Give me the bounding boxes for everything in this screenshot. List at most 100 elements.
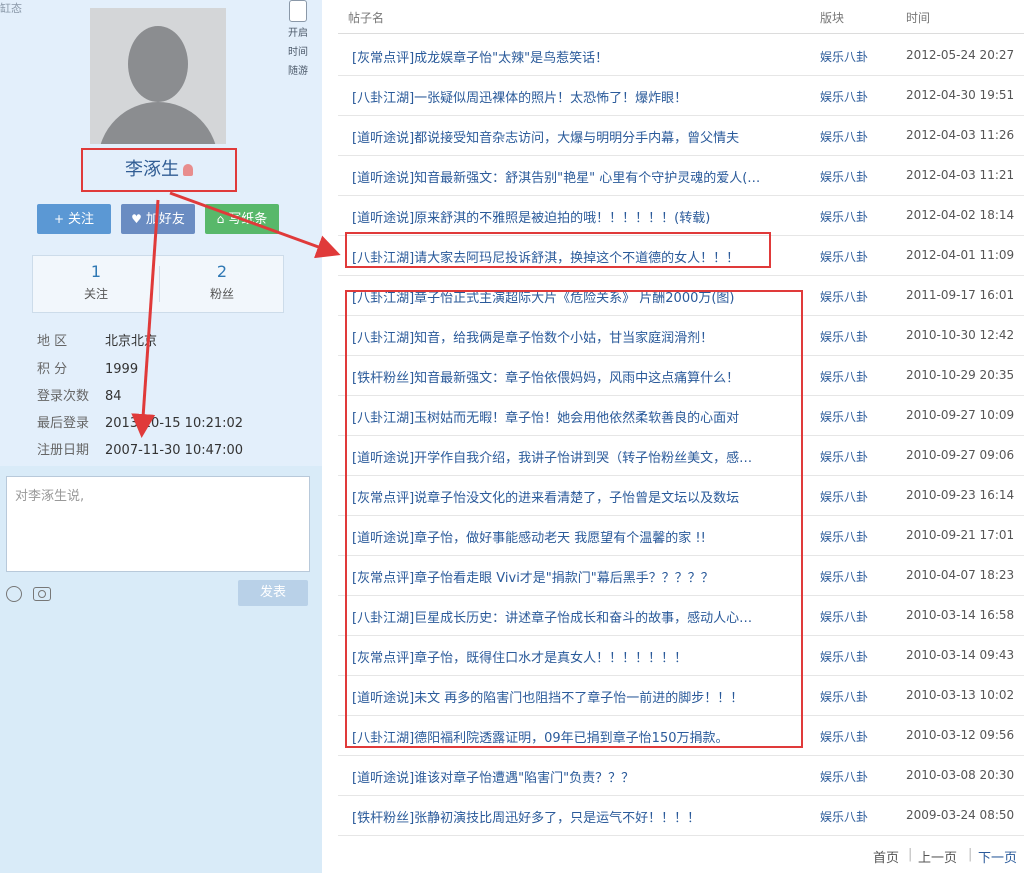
write-note-label: 写纸条: [228, 212, 268, 227]
profile-card: 缸态 开启 时间 随游 李涿生 + 关注 ♥ 加好友 ⌂ 写纸条 1 关注 2 …: [0, 0, 322, 466]
post-time: 2010-10-30 12:42: [906, 328, 1015, 342]
table-row[interactable]: [道听途说]谁该对章子怡遭遇"陷害门"负责？？？ 娱乐八卦 2010-03-08 2…: [338, 756, 1024, 796]
header-board: 版块: [820, 11, 845, 25]
post-board-link[interactable]: 娱乐八卦: [820, 528, 868, 545]
pager-divider: |: [968, 847, 973, 862]
highlight-box-group: [345, 290, 803, 748]
camera-icon[interactable]: [33, 587, 51, 601]
side-tool-label: 随游: [288, 66, 308, 77]
post-board-link[interactable]: 娱乐八卦: [820, 728, 868, 745]
table-row[interactable]: [灰常点评]成龙娱章子怡"太辣"是鸟惹笑话！ 娱乐八卦 2012-05-24 20:…: [338, 36, 1024, 76]
add-friend-button[interactable]: ♥ 加好友: [121, 204, 195, 234]
table-row[interactable]: [道听途说]都说接受知音杂志访问，大爆与明明分手内幕，曾父情夫 娱乐八卦 2012-…: [338, 116, 1024, 156]
post-time: 2010-03-12 09:56: [906, 728, 1015, 742]
info-register-date: 注册日期 2007-11-30 10:47:00: [37, 439, 307, 458]
info-login-count: 登录次数 84: [37, 385, 307, 404]
username[interactable]: 李涿生: [125, 159, 179, 180]
stats-panel: 1 关注 2 粉丝: [32, 255, 284, 313]
post-board-link[interactable]: 娱乐八卦: [820, 168, 868, 185]
post-board-link[interactable]: 娱乐八卦: [820, 88, 868, 105]
post-time: 2012-04-01 11:09: [906, 248, 1015, 262]
avatar-body-shape: [98, 102, 218, 144]
post-board-link[interactable]: 娱乐八卦: [820, 608, 868, 625]
avatar[interactable]: [90, 8, 226, 144]
emoji-icon[interactable]: [6, 586, 22, 602]
post-board-link[interactable]: 娱乐八卦: [820, 688, 868, 705]
comment-input[interactable]: 对李涿生说,: [6, 476, 310, 572]
post-title-link[interactable]: [道听途说]都说接受知音杂志访问，大爆与明明分手内幕，曾父情夫: [352, 127, 804, 146]
post-board-link[interactable]: 娱乐八卦: [820, 768, 868, 785]
post-board-link[interactable]: 娱乐八卦: [820, 488, 868, 505]
post-board-link[interactable]: 娱乐八卦: [820, 48, 868, 65]
post-board-link[interactable]: 娱乐八卦: [820, 248, 868, 265]
side-tool[interactable]: 开启 时间 随游: [282, 0, 314, 81]
info-key: 积 分: [37, 362, 68, 377]
side-tool-label: 时间: [288, 47, 308, 58]
post-board-link[interactable]: 娱乐八卦: [820, 208, 868, 225]
avatar-head-shape: [128, 26, 188, 102]
post-title-link[interactable]: [道听途说]谁该对章子怡遭遇"陷害门"负责？？？: [352, 767, 804, 786]
post-time: 2012-04-03 11:21: [906, 168, 1015, 182]
post-time: 2010-03-08 20:30: [906, 768, 1015, 782]
post-board-link[interactable]: 娱乐八卦: [820, 288, 868, 305]
post-time: 2012-04-03 11:26: [906, 128, 1015, 142]
follow-label: 关注: [68, 212, 95, 227]
fans-label: 粉丝: [209, 287, 234, 301]
info-value: 2007-11-30 10:47:00: [105, 443, 244, 458]
document-icon: [289, 0, 307, 22]
pager-divider: |: [908, 847, 913, 862]
post-time: 2009-03-24 08:50: [906, 808, 1015, 822]
post-board-link[interactable]: 娱乐八卦: [820, 568, 868, 585]
following-count: 1: [90, 262, 102, 281]
info-key: 注册日期: [37, 443, 90, 458]
fans-stat[interactable]: 2 粉丝: [159, 262, 285, 302]
user-sidebar: 缸态 开启 时间 随游 李涿生 + 关注 ♥ 加好友 ⌂ 写纸条 1 关注 2 …: [0, 0, 322, 873]
post-board-link[interactable]: 娱乐八卦: [820, 408, 868, 425]
post-time: 2012-05-24 20:27: [906, 48, 1015, 62]
header-time: 时间: [906, 11, 931, 25]
table-row[interactable]: [道听途说]知音最新强文：舒淇告别"艳星" 心里有个守护灵魂的爱人(… 娱乐八卦 2…: [338, 156, 1024, 196]
info-value: 2013-10-15 10:21:02: [105, 416, 244, 431]
write-note-button[interactable]: ⌂ 写纸条: [205, 204, 279, 234]
submit-button[interactable]: 发表: [238, 580, 308, 606]
side-tool-label: 开启: [288, 28, 308, 39]
post-title-link[interactable]: [铁杆粉丝]张静初演技比周迅好多了，只是运气不好！！！！: [352, 807, 804, 826]
info-value: 84: [105, 389, 122, 404]
add-friend-label: 加好友: [145, 212, 185, 227]
following-label: 关注: [83, 287, 108, 301]
post-board-link[interactable]: 娱乐八卦: [820, 328, 868, 345]
post-time: 2010-09-23 16:14: [906, 488, 1015, 502]
post-board-link[interactable]: 娱乐八卦: [820, 648, 868, 665]
info-points: 积 分 1999: [37, 358, 307, 377]
fans-count: 2: [216, 262, 228, 281]
follow-button[interactable]: + 关注: [37, 204, 111, 234]
post-time: 2010-09-27 10:09: [906, 408, 1015, 422]
post-title-link[interactable]: [八卦江湖]一张疑似周迅裸体的照片！太恐怖了！爆炸眼！: [352, 87, 804, 106]
home-icon: ⌂: [216, 212, 225, 226]
post-title-link[interactable]: [道听途说]知音最新强文：舒淇告别"艳星" 心里有个守护灵魂的爱人(…: [352, 167, 804, 186]
info-key: 登录次数: [37, 389, 90, 404]
post-time: 2010-03-13 10:02: [906, 688, 1015, 702]
pager-first[interactable]: 首页: [873, 847, 899, 866]
post-board-link[interactable]: 娱乐八卦: [820, 128, 868, 145]
post-board-link[interactable]: 娱乐八卦: [820, 368, 868, 385]
post-time: 2010-03-14 16:58: [906, 608, 1015, 622]
table-row[interactable]: [八卦江湖]一张疑似周迅裸体的照片！太恐怖了！爆炸眼！ 娱乐八卦 2012-04-3…: [338, 76, 1024, 116]
table-row[interactable]: [道听途说]原来舒淇的不雅照是被迫拍的哦！！！！！！(转载) 娱乐八卦 2012-0…: [338, 196, 1024, 236]
post-time: 2010-03-14 09:43: [906, 648, 1015, 662]
post-board-link[interactable]: 娱乐八卦: [820, 808, 868, 825]
post-title-link[interactable]: [灰常点评]成龙娱章子怡"太辣"是鸟惹笑话！: [352, 47, 804, 66]
info-region: 地 区 北京北京: [37, 330, 307, 349]
pager-prev[interactable]: 上一页: [918, 847, 957, 866]
info-value: 1999: [105, 362, 139, 377]
post-time: 2010-04-07 18:23: [906, 568, 1015, 582]
post-time: 2012-04-30 19:51: [906, 88, 1015, 102]
plus-icon: +: [53, 212, 65, 226]
post-board-link[interactable]: 娱乐八卦: [820, 448, 868, 465]
pager-next[interactable]: 下一页: [978, 847, 1017, 866]
post-title-link[interactable]: [道听途说]原来舒淇的不雅照是被迫拍的哦！！！！！！(转载): [352, 207, 804, 226]
corner-tab[interactable]: 缸态: [0, 0, 22, 16]
highlight-box-single: [345, 232, 771, 268]
following-stat[interactable]: 1 关注: [33, 262, 159, 302]
table-row[interactable]: [铁杆粉丝]张静初演技比周迅好多了，只是运气不好！！！！ 娱乐八卦 2009-03-…: [338, 796, 1024, 836]
